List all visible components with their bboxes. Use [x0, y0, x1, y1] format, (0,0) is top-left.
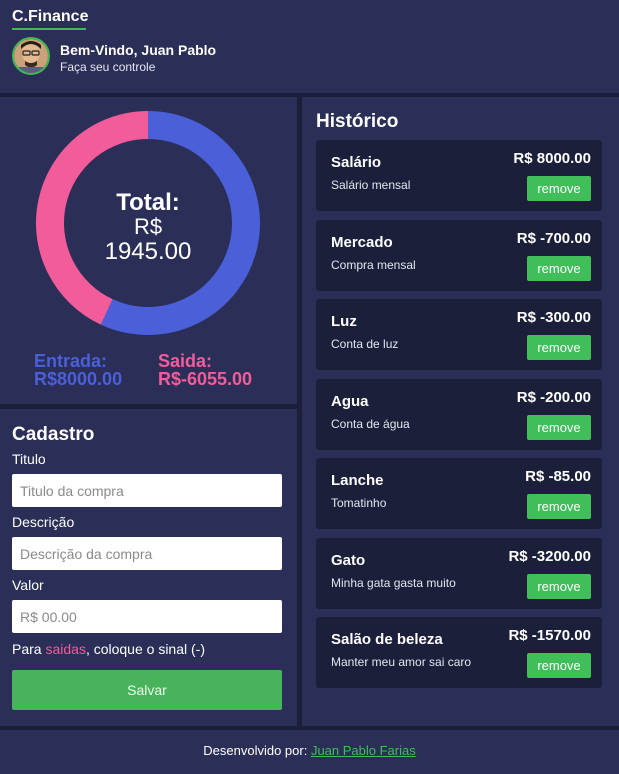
history-item-value: R$ -300.00 [516, 309, 591, 326]
history-card: Salário Salário mensal R$ 8000.00 remove [316, 140, 602, 211]
valor-input[interactable] [12, 600, 282, 633]
history-title: Histórico [316, 111, 399, 132]
footer-text: Desenvolvido por: [203, 743, 308, 758]
history-panel: Histórico Salário Salário mensal R$ 8000.0… [302, 97, 619, 726]
footer: Desenvolvido por: Juan Pablo Farias [0, 730, 619, 774]
remove-button[interactable]: remove [527, 494, 591, 519]
history-item-title: Luz [331, 313, 357, 330]
entrada-value: R$8000.00 [34, 369, 123, 389]
titulo-input[interactable] [12, 474, 282, 507]
entrada-label: Entrada: [34, 351, 108, 371]
history-card: Mercado Compra mensal R$ -700.00 remove [316, 220, 602, 291]
legend-saida: Saida: R$-6055.00 [158, 352, 252, 388]
hint-prefix: Para [12, 641, 46, 657]
total-label: Total: [116, 189, 180, 216]
history-item-title: Lanche [331, 472, 384, 489]
history-item-title: Mercado [331, 234, 393, 251]
welcome-text: Bem-Vindo, Juan Pablo [60, 42, 217, 58]
brand-underline [12, 28, 86, 30]
brand-logo[interactable]: C.Finance [12, 8, 88, 26]
donut-chart: Total: R$ 1945.00 [36, 111, 260, 335]
total-currency: R$ [133, 214, 163, 239]
history-item-desc: Conta de luz [331, 337, 399, 351]
remove-button[interactable]: remove [527, 574, 591, 599]
history-item-value: R$ -700.00 [516, 230, 591, 247]
history-item-desc: Conta de água [331, 417, 410, 431]
hint-suffix: , coloque o sinal (-) [85, 641, 205, 657]
history-item-desc: Compra mensal [331, 258, 416, 272]
saida-value: R$-6055.00 [158, 369, 253, 389]
saida-label: Saida: [158, 351, 213, 371]
history-item-value: R$ -1570.00 [508, 627, 591, 644]
history-card: Luz Conta de luz R$ -300.00 remove [316, 299, 602, 370]
history-item-value: R$ -3200.00 [508, 548, 591, 565]
history-item-title: Agua [331, 393, 369, 410]
author-link[interactable]: Juan Pablo Farias [311, 743, 416, 758]
titulo-label: Titulo [12, 451, 46, 467]
header: C.Finance Bem-Vindo, Juan Pablo Faça seu… [0, 0, 619, 93]
remove-button[interactable]: remove [527, 176, 591, 201]
history-item-title: Salão de beleza [331, 631, 443, 648]
descricao-label: Descrição [12, 514, 75, 530]
history-card: Lanche Tomatinho R$ -85.00 remove [316, 458, 602, 529]
summary-panel: Total: R$ 1945.00 Entrada: R$8000.00 Sai… [0, 97, 297, 404]
welcome-subtitle: Faça seu controle [60, 60, 156, 74]
remove-button[interactable]: remove [527, 415, 591, 440]
history-item-title: Gato [331, 552, 366, 569]
legend-entrada: Entrada: R$8000.00 [34, 352, 122, 388]
remove-button[interactable]: remove [527, 256, 591, 281]
save-button[interactable]: Salvar [12, 670, 282, 710]
history-card: Gato Minha gata gasta muito R$ -3200.00 rem… [316, 538, 602, 609]
history-card: Agua Conta de água R$ -200.00 remove [316, 379, 602, 450]
remove-button[interactable]: remove [527, 653, 591, 678]
avatar [12, 37, 50, 75]
history-item-desc: Manter meu amor sai caro [331, 655, 472, 669]
descricao-input[interactable] [12, 537, 282, 570]
history-item-desc: Salário mensal [331, 178, 411, 192]
valor-label: Valor [12, 577, 44, 593]
form-title: Cadastro [12, 424, 95, 445]
history-item-value: R$ 8000.00 [513, 150, 591, 167]
history-item-desc: Tomatinho [331, 496, 387, 510]
remove-button[interactable]: remove [527, 335, 591, 360]
history-item-value: R$ -200.00 [516, 389, 591, 406]
avatar-image [14, 39, 48, 73]
history-card: Salão de beleza Manter meu amor sai caro R… [316, 617, 602, 688]
history-item-desc: Minha gata gasta muito [331, 576, 456, 590]
hint-highlight: saidas [45, 641, 86, 657]
cadastro-panel: Cadastro Titulo Descrição Valor Para sai… [0, 409, 297, 726]
history-item-value: R$ -85.00 [525, 468, 591, 485]
total-value: 1945.00 [104, 238, 192, 265]
sign-hint: Para saidas, coloque o sinal (-) [12, 641, 205, 657]
history-item-title: Salário [331, 154, 382, 171]
